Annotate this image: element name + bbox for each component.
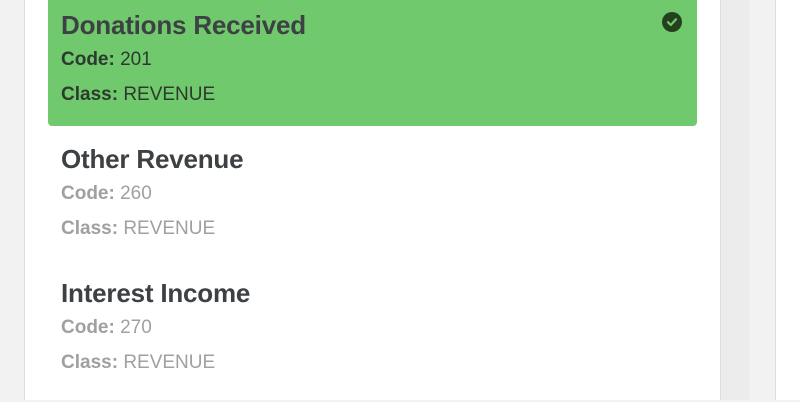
code-value: 270: [120, 317, 152, 338]
account-code: Code: 201: [61, 42, 684, 77]
account-list: Donations Received Code: 201 Class: REVE…: [48, 0, 697, 402]
account-name: Donations Received: [61, 10, 306, 40]
code-label: Code:: [61, 317, 115, 338]
account-class: Class: REVENUE: [61, 345, 684, 380]
code-value: 260: [120, 183, 152, 204]
account-code: Code: 260: [61, 176, 684, 211]
account-name: Other Revenue: [61, 144, 244, 174]
account-item-donations-received[interactable]: Donations Received Code: 201 Class: REVE…: [48, 0, 697, 126]
account-class: Class: REVENUE: [61, 77, 684, 112]
account-code: Code: 270: [61, 310, 684, 345]
class-value: REVENUE: [123, 352, 216, 373]
account-class: Class: REVENUE: [61, 211, 684, 246]
check-circle-icon: [662, 12, 682, 32]
right-pane: [775, 0, 800, 400]
account-item-interest-income[interactable]: Interest Income Code: 270 Class: REVENUE: [48, 268, 697, 402]
class-label: Class:: [61, 84, 119, 105]
class-value: REVENUE: [123, 84, 216, 105]
account-name: Interest Income: [61, 278, 251, 308]
class-label: Class:: [61, 218, 119, 239]
code-label: Code:: [61, 49, 115, 70]
scrollbar-track[interactable]: [721, 0, 749, 400]
class-label: Class:: [61, 352, 119, 373]
class-value: REVENUE: [123, 218, 216, 239]
code-value: 201: [120, 49, 152, 70]
account-item-other-revenue[interactable]: Other Revenue Code: 260 Class: REVENUE: [48, 134, 697, 268]
code-label: Code:: [61, 183, 115, 204]
